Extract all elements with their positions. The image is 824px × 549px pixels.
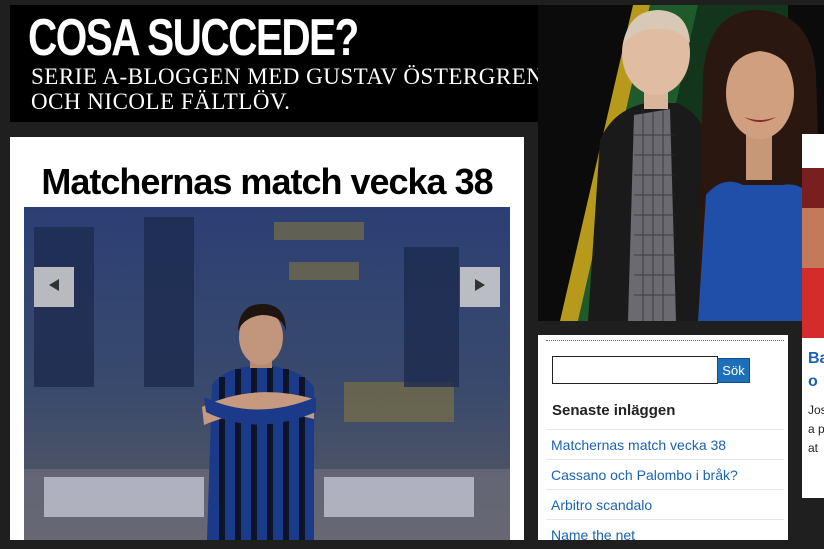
related-article-excerpt: Jos liga poi kat bbox=[808, 403, 824, 455]
related-article-photo[interactable] bbox=[802, 168, 824, 338]
blog-subtitle-line-1: SERIE A-BLOGGEN MED GUSTAV ÖSTERGREN bbox=[31, 64, 544, 89]
arrow-left-icon bbox=[47, 278, 61, 297]
list-item: Name the net bbox=[546, 519, 784, 549]
search-button[interactable]: Sök bbox=[717, 358, 750, 383]
latest-post-link[interactable]: Name the net bbox=[551, 527, 635, 543]
related-article-headline[interactable]: Ba Mo bbox=[808, 347, 824, 393]
latest-post-link[interactable]: Matchernas match vecka 38 bbox=[551, 437, 726, 453]
latest-post-link[interactable]: Cassano och Palombo i bråk? bbox=[551, 467, 738, 483]
post-photo bbox=[24, 207, 510, 540]
list-item: Cassano och Palombo i bråk? bbox=[546, 459, 784, 489]
post-title[interactable]: Matchernas match vecka 38 bbox=[10, 160, 524, 204]
list-item: Matchernas match vecka 38 bbox=[546, 429, 784, 459]
blog-subtitle-line-2: OCH NICOLE FÄLTLÖV. bbox=[31, 89, 291, 114]
latest-post-link[interactable]: Arbitro scandalo bbox=[551, 497, 652, 513]
list-item: Arbitro scandalo bbox=[546, 489, 784, 519]
sidebar-divider bbox=[546, 340, 784, 341]
latest-posts-list: Matchernas match vecka 38 Cassano och Pa… bbox=[546, 429, 784, 549]
arrow-right-icon bbox=[473, 278, 487, 297]
search-input[interactable] bbox=[552, 356, 718, 384]
blog-title[interactable]: COSA SUCCEDE? bbox=[28, 10, 359, 66]
latest-posts-heading: Senaste inläggen bbox=[552, 402, 676, 419]
bloggers-photo bbox=[538, 5, 824, 321]
previous-image-button[interactable] bbox=[34, 267, 74, 307]
next-image-button[interactable] bbox=[460, 267, 500, 307]
